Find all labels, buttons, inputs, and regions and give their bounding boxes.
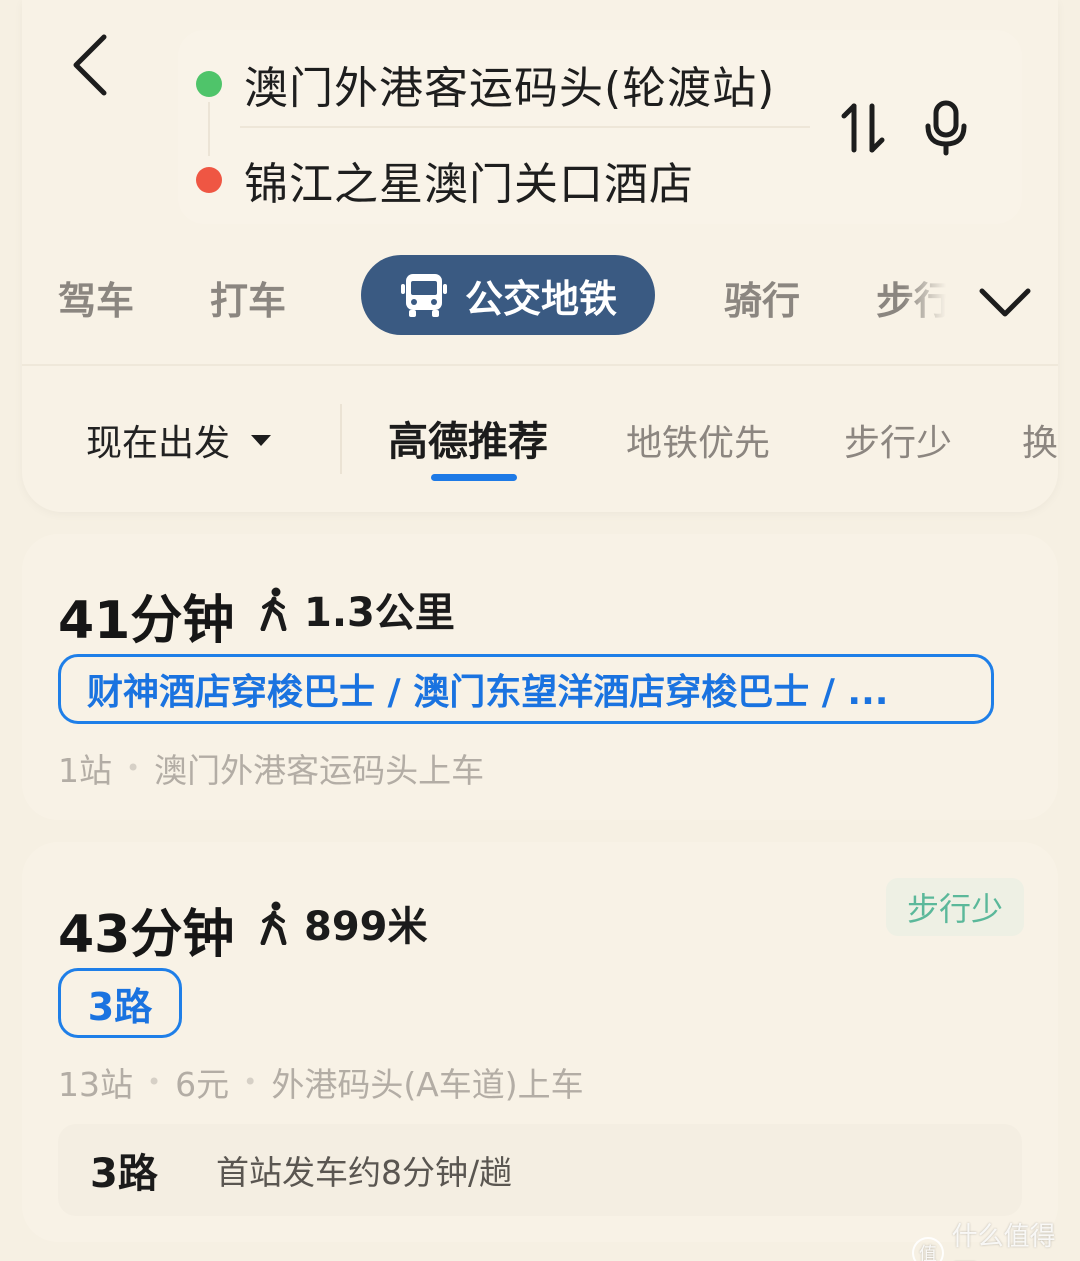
bus-icon — [399, 270, 449, 320]
boarding-stop: 外港码头(A车道)上车 — [271, 1065, 584, 1104]
destination-field[interactable]: 锦江之星澳门关口酒店 — [196, 148, 694, 212]
route-result-card[interactable]: 43分钟 899米 步行少 3路 13站 • 6元 • 外港码头(A车道)上车 … — [22, 842, 1058, 1242]
stop-count: 1站 — [58, 751, 112, 790]
fare: 6元 — [175, 1065, 230, 1104]
separator-dot: • — [126, 754, 141, 782]
walk-distance-value: 899米 — [304, 904, 428, 950]
chevron-down-icon — [979, 288, 1031, 317]
route-result-card[interactable]: 41分钟 1.3公里 财神酒店穿梭巴士 / 澳门东望洋酒店穿梭巴士 / ... … — [22, 534, 1058, 820]
walk-distance: 899米 — [258, 894, 428, 952]
separator-dot: • — [147, 1068, 162, 1096]
tab-transit[interactable]: 公交地铁 — [361, 255, 655, 335]
sort-tab-less-walk[interactable]: 步行少 — [844, 412, 952, 468]
watermark-text: 什么值得买 — [951, 1222, 1056, 1261]
active-sort-indicator — [431, 474, 517, 481]
route-input-box: 澳门外港客运码头(轮渡站) 锦江之星澳门关口酒店 — [178, 30, 1022, 224]
origin-dot-icon — [196, 71, 222, 97]
watermark: 值 什么值得买 — [912, 1216, 1080, 1261]
boarding-stop: 澳门外港客运码头上车 — [154, 751, 485, 790]
tab-transit-label: 公交地铁 — [464, 276, 617, 321]
departure-frequency: 3路 首站发车约8分钟/趟 — [58, 1124, 1022, 1216]
less-walk-badge: 步行少 — [886, 878, 1024, 936]
destination-dot-icon — [196, 167, 222, 193]
frequency-text: 首站发车约8分钟/趟 — [216, 1153, 513, 1192]
more-modes-button[interactable] — [976, 278, 1034, 326]
bus-line-chip: 3路 — [58, 968, 182, 1038]
origin-field[interactable]: 澳门外港客运码头(轮渡站) — [196, 52, 775, 116]
sort-tab-recommended[interactable]: 高德推荐 — [388, 410, 548, 466]
walking-person-icon — [258, 587, 290, 631]
tab-drive[interactable]: 驾车 — [58, 262, 134, 332]
swap-arrows-icon — [841, 103, 885, 153]
back-button[interactable] — [62, 32, 118, 98]
sort-tab-transfer[interactable]: 换 — [1022, 412, 1058, 468]
chevron-left-icon — [73, 34, 107, 96]
transit-lines-chip: 财神酒店穿梭巴士 / 澳门东望洋酒店穿梭巴士 / ... — [58, 654, 994, 724]
walk-distance: 1.3公里 — [258, 580, 455, 638]
route-sub-info: 1站 • 澳门外港客运码头上车 — [58, 744, 484, 792]
walking-person-icon — [258, 901, 290, 945]
frequency-line-name: 3路 — [90, 1151, 158, 1197]
tab-bike[interactable]: 骑行 — [724, 262, 800, 332]
tab-taxi[interactable]: 打车 — [210, 262, 286, 332]
depart-time-dropdown[interactable]: 现在出发 — [86, 412, 272, 468]
microphone-icon — [925, 100, 967, 156]
route-duration: 41分钟 — [58, 591, 235, 651]
stop-count: 13站 — [58, 1065, 133, 1104]
caret-down-icon — [250, 433, 272, 447]
destination-text: 锦江之星澳门关口酒店 — [244, 159, 694, 210]
voice-input-button[interactable] — [920, 98, 972, 158]
tabs-divider — [22, 364, 1058, 366]
separator-dot: • — [243, 1068, 258, 1096]
swap-route-button[interactable] — [838, 100, 888, 156]
route-sub-info: 13站 • 6元 • 外港码头(A车道)上车 — [58, 1058, 584, 1106]
filter-divider — [340, 404, 342, 474]
walk-distance-value: 1.3公里 — [304, 590, 455, 636]
tab-walk[interactable]: 步行 — [876, 262, 946, 332]
sort-tab-metro-first[interactable]: 地铁优先 — [626, 412, 770, 468]
route-divider — [240, 126, 810, 128]
depart-time-label: 现在出发 — [86, 423, 231, 464]
watermark-logo-icon: 值 — [912, 1237, 944, 1261]
origin-text: 澳门外港客运码头(轮渡站) — [244, 63, 776, 114]
route-duration: 43分钟 — [58, 905, 235, 965]
